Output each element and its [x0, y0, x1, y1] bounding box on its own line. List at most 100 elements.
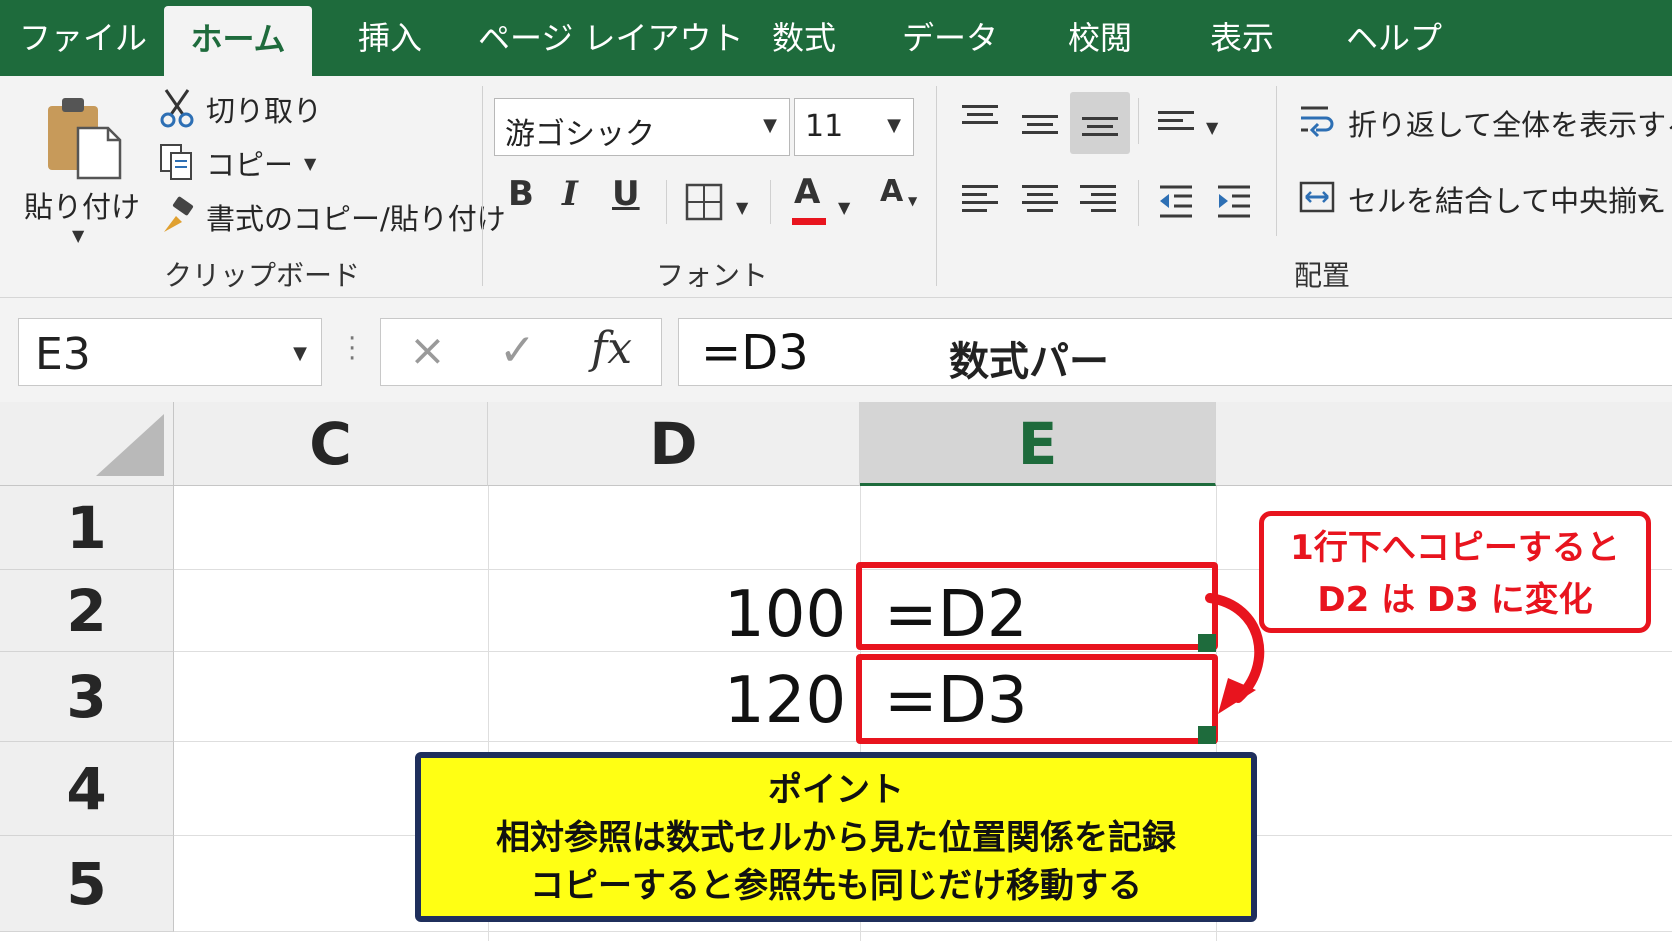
wrap-text-button[interactable]: 折り返して全体を表示する	[1296, 98, 1672, 146]
ribbon-separator	[770, 180, 771, 224]
align-left-icon[interactable]	[962, 180, 998, 217]
row-header-5[interactable]: 5	[0, 836, 174, 932]
note-title: ポイント	[768, 770, 904, 810]
point-note: ポイント 相対参照は数式セルから見た位置関係を記録 コピーすると参照先も同じだけ…	[415, 752, 1257, 922]
font-name-value: 游ゴシック	[505, 117, 655, 152]
increase-indent-icon[interactable]	[1214, 182, 1254, 222]
tab-file[interactable]: ファイル	[18, 0, 148, 76]
highlight-box-e2	[856, 562, 1218, 650]
ribbon-separator	[666, 180, 667, 224]
formula-input[interactable]: =D3 数式パー	[678, 318, 1672, 386]
ribbon-separator	[1138, 98, 1139, 144]
merge-cells-icon	[1299, 181, 1335, 213]
merge-dropdown-icon[interactable]: ▼	[1638, 190, 1650, 209]
formula-bar-trailing-text: 数式パー	[949, 339, 1109, 385]
shrink-font-label: A	[880, 174, 904, 209]
align-middle-icon[interactable]	[1022, 110, 1058, 139]
tab-data[interactable]: データ	[892, 0, 1008, 76]
format-painter-button[interactable]: 書式のコピー/貼り付け	[156, 192, 506, 240]
insert-function-button[interactable]: fx	[591, 323, 632, 374]
select-all-button[interactable]	[0, 402, 174, 486]
bold-button[interactable]: B	[508, 174, 534, 214]
column-header-d[interactable]: D	[488, 402, 860, 486]
column-header-c[interactable]: C	[174, 402, 488, 486]
orientation-dropdown-icon[interactable]: ▼	[1206, 118, 1218, 137]
chevron-down-icon: ▼	[887, 115, 901, 136]
italic-button[interactable]: I	[562, 174, 578, 214]
format-painter-icon	[164, 196, 194, 232]
merge-center-button[interactable]: セルを結合して中央揃え ▼	[1296, 174, 1667, 222]
paste-button[interactable]: 貼り付け ▼	[18, 88, 142, 245]
fill-handle[interactable]	[1198, 726, 1216, 744]
tab-home[interactable]: ホーム	[164, 6, 312, 76]
merge-center-label: セルを結合して中央揃え	[1348, 184, 1667, 218]
copy-dropdown-icon[interactable]: ▼	[304, 154, 316, 173]
highlight-box-e3	[856, 654, 1218, 744]
ribbon-separator	[1276, 86, 1277, 236]
ribbon-separator	[936, 86, 937, 286]
clipboard-group-label: クリップボード	[164, 259, 361, 292]
explanation-callout: 1行下へコピーすると D2 は D3 に変化	[1259, 511, 1651, 633]
formula-content: =D3	[701, 325, 809, 381]
borders-icon[interactable]	[684, 182, 724, 222]
enter-icon[interactable]: ✓	[499, 325, 536, 376]
tab-formulas[interactable]: 数式	[754, 0, 854, 76]
tab-help[interactable]: ヘルプ	[1334, 0, 1454, 76]
font-color-label: A	[794, 172, 821, 212]
clipboard-paste-icon	[48, 98, 122, 180]
callout-line-1: 1行下へコピーすると	[1290, 528, 1620, 568]
row-header-3[interactable]: 3	[0, 652, 174, 742]
column-header-blank[interactable]	[1216, 402, 1672, 486]
row-header-1[interactable]: 1	[0, 486, 174, 570]
format-painter-label: 書式のコピー/貼り付け	[206, 202, 506, 236]
font-size-value: 11	[805, 109, 844, 144]
ribbon: 貼り付け ▼ 切り取り コピー ▼ 書式のコピー/貼り付け クリップボード 游ゴ…	[0, 76, 1672, 298]
tab-review[interactable]: 校閲	[1050, 0, 1150, 76]
paste-dropdown-icon[interactable]: ▼	[72, 226, 84, 245]
shrink-font-button[interactable]: A ▼	[878, 172, 922, 224]
align-center-icon[interactable]	[1022, 180, 1058, 217]
paste-label: 貼り付け	[24, 190, 141, 224]
cell-d2[interactable]: 100	[724, 578, 846, 652]
callout-line-2: D2 は D3 に変化	[1317, 580, 1593, 620]
tab-view[interactable]: 表示	[1192, 0, 1292, 76]
cut-button[interactable]: 切り取り	[156, 84, 336, 132]
font-name-combo[interactable]: 游ゴシック ▼	[494, 98, 790, 156]
chevron-down-icon: ▼	[293, 343, 307, 364]
ribbon-tab-bar: ファイル ホーム 挿入 ページ レイアウト 数式 データ 校閲 表示 ヘルプ	[0, 0, 1672, 76]
tab-insert[interactable]: 挿入	[340, 0, 440, 76]
borders-dropdown-icon[interactable]: ▼	[736, 198, 748, 217]
cut-label: 切り取り	[206, 94, 323, 128]
copy-button[interactable]: コピー ▼	[156, 138, 326, 186]
font-color-dropdown-icon[interactable]: ▼	[838, 198, 850, 217]
font-size-combo[interactable]: 11 ▼	[794, 98, 914, 156]
wrap-text-icon	[1301, 106, 1334, 138]
align-bottom-icon	[1082, 112, 1118, 141]
scissors-icon	[160, 89, 194, 128]
formula-buttons-box: × ✓ fx	[380, 318, 662, 386]
font-color-button[interactable]: A	[790, 172, 830, 228]
ribbon-separator	[482, 86, 483, 286]
align-top-icon[interactable]	[962, 100, 998, 129]
align-bottom-button[interactable]	[1070, 92, 1130, 154]
row-header-4[interactable]: 4	[0, 742, 174, 836]
copy-icon	[160, 144, 192, 180]
font-color-swatch	[792, 218, 826, 225]
cell-d3[interactable]: 120	[724, 664, 846, 738]
note-line-1: 相対参照は数式セルから見た位置関係を記録	[496, 818, 1176, 858]
cancel-icon[interactable]: ×	[409, 325, 446, 376]
font-group-label: フォント	[656, 259, 769, 292]
tab-page-layout[interactable]: ページ レイアウト	[478, 0, 744, 76]
orientation-icon[interactable]	[1158, 106, 1194, 135]
alignment-group-label: 配置	[1294, 259, 1351, 292]
select-all-triangle-icon	[96, 414, 164, 476]
name-box[interactable]: E3 ▼	[18, 318, 322, 386]
wrap-text-label: 折り返して全体を表示する	[1348, 108, 1672, 142]
decrease-indent-icon[interactable]	[1156, 182, 1196, 222]
row-header-2[interactable]: 2	[0, 570, 174, 652]
align-right-icon[interactable]	[1080, 180, 1116, 217]
column-header-e[interactable]: E	[860, 402, 1216, 486]
chevron-down-icon: ▼	[763, 115, 777, 136]
underline-button[interactable]: U	[612, 174, 640, 214]
shrink-arrow-icon: ▼	[908, 194, 918, 208]
